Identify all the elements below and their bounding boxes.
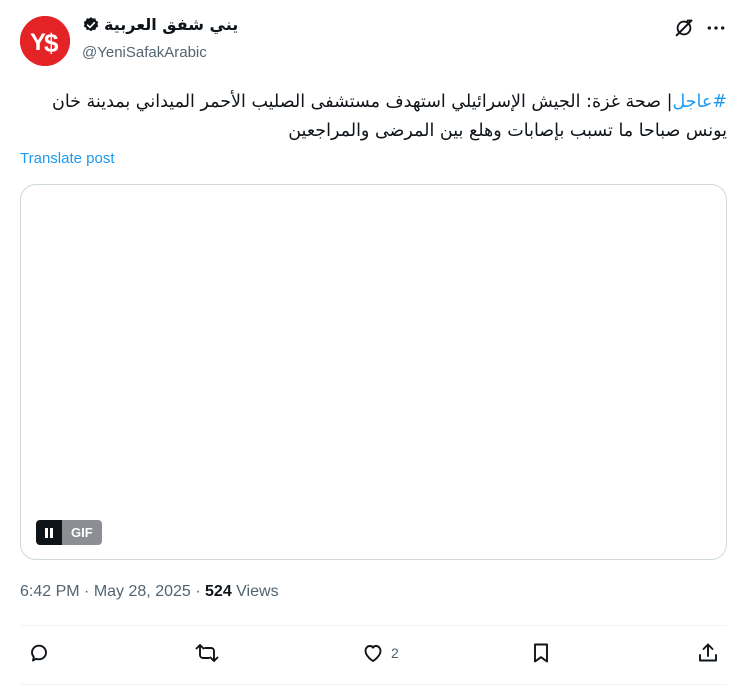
more-options-icon[interactable] (704, 16, 728, 40)
pause-button[interactable] (36, 520, 62, 545)
gif-badge: GIF (62, 520, 102, 545)
avatar[interactable]: Y $ (20, 16, 70, 66)
hashtag-link[interactable]: #عاجل (672, 92, 727, 112)
post-text: #عاجل| صحة غزة: الجيش الإسرائيلي استهدف … (20, 88, 727, 146)
post-date[interactable]: May 28, 2025 (94, 583, 191, 600)
post-time[interactable]: 6:42 PM (20, 583, 80, 600)
yeni-safak-logo-icon: Y $ (20, 16, 70, 66)
translate-post-link[interactable]: Translate post (20, 150, 115, 167)
repost-button[interactable] (194, 641, 226, 665)
bookmark-icon (534, 643, 548, 663)
post-body: | صحة غزة: الجيش الإسرائيلي استهدف مستشف… (51, 92, 727, 141)
reply-icon (31, 644, 47, 662)
divider (20, 625, 727, 626)
heart-icon (364, 645, 382, 662)
pause-icon (45, 527, 53, 538)
svg-text:$: $ (44, 28, 59, 58)
bookmark-button[interactable] (529, 641, 553, 665)
repost-icon (195, 644, 219, 662)
gif-controls: GIF (36, 520, 102, 545)
author-display-name[interactable]: يني شفق العربية (104, 15, 238, 34)
share-icon (699, 643, 717, 662)
views-count: 524 (205, 583, 232, 600)
like-button[interactable]: 2 (361, 641, 399, 665)
author-handle[interactable]: @YeniSafakArabic (82, 44, 207, 61)
grok-icon[interactable] (672, 16, 696, 40)
author-name-row[interactable]: يني شفق العربية (82, 15, 238, 34)
share-button[interactable] (696, 641, 720, 665)
post-meta: 6:42 PM · May 28, 2025 · 524 Views (20, 583, 279, 601)
views-label: Views (236, 583, 279, 600)
media-gif[interactable] (20, 184, 727, 560)
meta-separator: · (84, 583, 90, 600)
verified-badge-icon (82, 16, 100, 34)
like-count: 2 (391, 645, 399, 661)
meta-separator: · (195, 583, 201, 600)
reply-button[interactable] (27, 641, 57, 665)
